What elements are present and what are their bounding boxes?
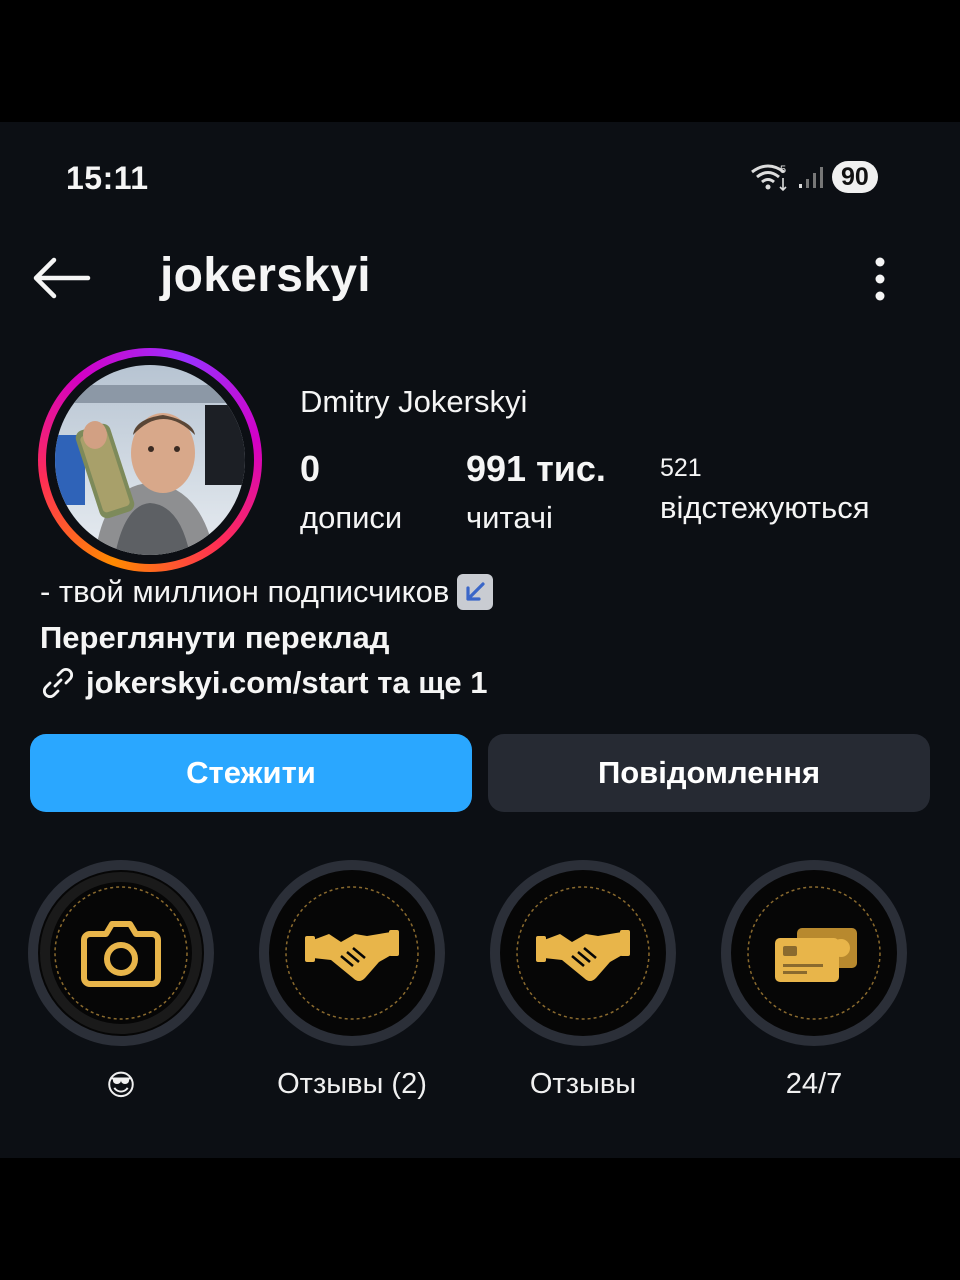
arrow-down-left-icon: [457, 574, 494, 610]
profile-full-name: Dmitry Jokerskyi: [300, 384, 528, 419]
link-icon: [42, 667, 74, 699]
following-count[interactable]: 521: [660, 454, 702, 483]
highlight-label: Отзывы: [529, 1068, 637, 1100]
battery-indicator: 90: [832, 161, 878, 193]
highlight-item[interactable]: 😎: [28, 860, 214, 1103]
back-arrow-icon[interactable]: [30, 254, 92, 302]
bio-link-text[interactable]: jokerskyi.com/start та ще 1: [86, 665, 488, 701]
highlight-item[interactable]: 24/7: [721, 860, 907, 1101]
more-options-icon[interactable]: [866, 256, 894, 302]
avatar: [55, 365, 245, 555]
profile-screen: 15:11 5 90 jokerskyi Dmitry Jokerskyi 0 …: [0, 122, 960, 1158]
followers-label[interactable]: читачі: [466, 500, 553, 536]
profile-username: jokerskyi: [160, 249, 371, 302]
status-time: 15:11: [66, 160, 149, 196]
see-translation-link[interactable]: Переглянути переклад: [40, 620, 389, 656]
posts-label: дописи: [300, 500, 403, 535]
camera-icon: [81, 921, 161, 987]
posts-count: 0: [300, 448, 321, 489]
svg-text:5: 5: [780, 164, 786, 176]
signal-icon: [799, 167, 823, 188]
highlight-item[interactable]: Отзывы: [490, 860, 676, 1101]
highlight-item[interactable]: Отзывы (2): [259, 860, 445, 1101]
bio-link[interactable]: jokerskyi.com/start та ще 1: [40, 665, 488, 701]
status-icons: 5 90: [750, 160, 878, 194]
highlight-label: 😎: [105, 1070, 137, 1102]
message-button[interactable]: Повідомлення: [488, 734, 930, 812]
avatar-story-ring[interactable]: [38, 348, 262, 572]
bio: - твой миллион подписчиков: [40, 574, 494, 610]
follow-button[interactable]: Стежити: [30, 734, 472, 812]
highlight-label: 24/7: [785, 1068, 843, 1100]
highlight-label: Отзывы (2): [277, 1068, 427, 1100]
following-label[interactable]: відстежуються: [660, 490, 869, 526]
bio-text: - твой миллион подписчиков: [40, 574, 450, 609]
wifi-icon: 5: [751, 164, 787, 192]
cards-icon: [775, 928, 857, 982]
followers-count[interactable]: 991 тис.: [466, 448, 606, 490]
